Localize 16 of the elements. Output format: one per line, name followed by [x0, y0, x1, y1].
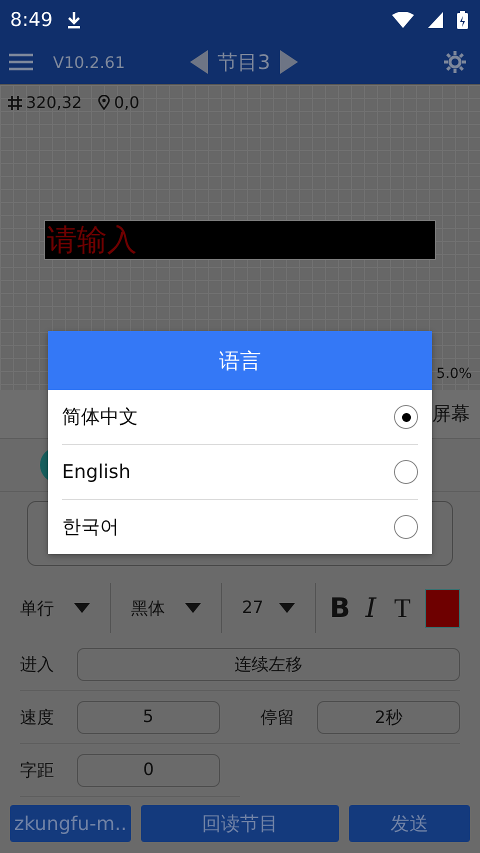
program-title: 节目3: [218, 48, 270, 76]
version-label: V10.2.61: [53, 52, 126, 72]
setting-label: 进入: [20, 654, 55, 676]
canvas-size: 320,32: [26, 93, 82, 112]
led-text: 请输入: [47, 222, 137, 260]
option-label: 简体中文: [62, 405, 138, 430]
setting-label: 停留: [260, 706, 296, 728]
setting-label: 字距: [20, 760, 55, 782]
zoom-level: 5.0%: [436, 366, 472, 382]
status-time: 8:49: [10, 9, 53, 31]
option-label: 한국어: [62, 515, 119, 540]
canvas-position: 0,0: [114, 93, 140, 112]
setting-label: 速度: [20, 706, 55, 728]
dialog-title: 语言: [48, 331, 432, 390]
tab-label: 屏幕: [432, 402, 470, 427]
option-label: English: [62, 461, 131, 483]
